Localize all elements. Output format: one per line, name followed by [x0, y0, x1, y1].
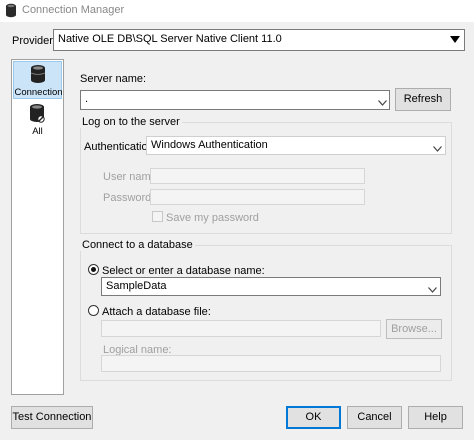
username-field[interactable] [150, 168, 365, 184]
server-name-combobox[interactable]: . [80, 90, 390, 110]
authentication-value: Windows Authentication [151, 139, 268, 151]
attach-database-label: Attach a database file: [102, 306, 211, 318]
save-password-checkbox[interactable] [152, 211, 163, 222]
server-name-label: Server name: [80, 73, 147, 85]
save-password-label: Save my password [166, 212, 259, 224]
database-name-value: SampleData [106, 280, 167, 292]
nav-item-label: Connection [14, 87, 63, 98]
chevron-down-icon[interactable] [428, 284, 437, 296]
chevron-down-icon[interactable] [378, 97, 387, 109]
server-name-value: . [85, 93, 89, 105]
logical-name-field[interactable] [101, 355, 441, 372]
database-icon [30, 64, 46, 84]
chevron-down-icon[interactable] [433, 143, 442, 155]
provider-select[interactable]: Native OLE DB\SQL Server Native Client 1… [53, 29, 465, 51]
database-icon [5, 3, 17, 18]
attach-database-radio[interactable] [88, 305, 99, 316]
nav-item-connection[interactable]: Connection [13, 61, 63, 99]
title-bar[interactable]: Connection Manager [0, 0, 474, 22]
ok-button[interactable]: OK [286, 406, 341, 429]
attach-file-field[interactable] [101, 320, 381, 337]
password-label: Password: [103, 192, 155, 204]
chevron-down-icon[interactable] [446, 30, 464, 50]
nav-item-label: All [32, 126, 43, 137]
radio-selected-dot [91, 267, 96, 272]
window-title: Connection Manager [22, 4, 125, 16]
logon-group-title: Log on to the server [80, 116, 182, 128]
authentication-select[interactable]: Windows Authentication [146, 136, 446, 155]
database-tools-icon [29, 103, 45, 125]
test-connection-button[interactable]: Test Connection [11, 406, 93, 429]
provider-value: Native OLE DB\SQL Server Native Client 1… [58, 33, 282, 45]
select-database-label: Select or enter a database name: [102, 265, 265, 277]
help-button[interactable]: Help [408, 406, 463, 429]
select-database-radio[interactable] [88, 264, 99, 275]
nav-item-all[interactable]: All [13, 101, 62, 141]
nav-panel: Connection All [11, 59, 64, 395]
provider-label: Provider: [12, 35, 57, 47]
cancel-button[interactable]: Cancel [347, 406, 402, 429]
database-name-combobox[interactable]: SampleData [101, 277, 441, 296]
browse-button[interactable]: Browse... [386, 319, 442, 339]
database-group-title: Connect to a database [80, 239, 195, 251]
password-field[interactable] [150, 189, 365, 205]
refresh-button[interactable]: Refresh [395, 88, 451, 111]
